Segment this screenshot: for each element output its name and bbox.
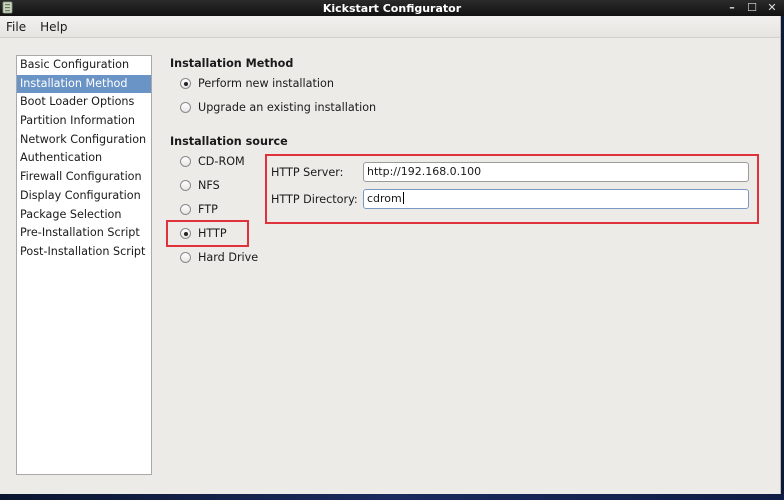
window-controls: – ☐ ✕: [726, 0, 778, 16]
http-server-input[interactable]: http://192.168.0.100: [363, 162, 749, 182]
sidebar-item-display-configuration[interactable]: Display Configuration: [17, 187, 151, 206]
http-server-label: HTTP Server:: [271, 166, 344, 179]
section-list: Basic Configuration Installation Method …: [16, 55, 152, 475]
close-button[interactable]: ✕: [766, 0, 778, 16]
radio-cd-rom[interactable]: CD-ROM: [180, 155, 245, 168]
http-directory-input[interactable]: cdrom: [363, 189, 749, 209]
sidebar-item-network-configuration[interactable]: Network Configuration: [17, 131, 151, 150]
radio-button[interactable]: [180, 78, 191, 89]
menu-file[interactable]: File: [6, 20, 26, 34]
radio-button[interactable]: [180, 156, 191, 167]
app-icon: [2, 1, 13, 14]
desktop-background: [0, 494, 784, 500]
sidebar-item-pre-installation-script[interactable]: Pre-Installation Script: [17, 224, 151, 243]
sidebar-item-firewall-configuration[interactable]: Firewall Configuration: [17, 168, 151, 187]
installation-source-heading: Installation source: [170, 135, 288, 148]
main-window: File Help Basic Configuration Installati…: [0, 16, 781, 494]
radio-button[interactable]: [180, 204, 191, 215]
window-title: Kickstart Configurator: [322, 1, 462, 15]
radio-perform-new-installation[interactable]: Perform new installation: [180, 77, 334, 90]
sidebar-item-authentication[interactable]: Authentication: [17, 149, 151, 168]
minimize-button[interactable]: –: [726, 0, 738, 16]
sidebar-item-post-installation-script[interactable]: Post-Installation Script: [17, 243, 151, 262]
sidebar-item-package-selection[interactable]: Package Selection: [17, 206, 151, 225]
sidebar-item-partition-information[interactable]: Partition Information: [17, 112, 151, 131]
http-option-highlight: [166, 220, 249, 247]
radio-ftp[interactable]: FTP: [180, 203, 218, 216]
radio-hard-drive[interactable]: Hard Drive: [180, 251, 258, 264]
radio-button[interactable]: [180, 252, 191, 263]
maximize-button[interactable]: ☐: [746, 0, 758, 16]
radio-upgrade-existing-installation[interactable]: Upgrade an existing installation: [180, 101, 376, 114]
installation-method-heading: Installation Method: [170, 57, 294, 70]
http-directory-label: HTTP Directory:: [271, 193, 358, 206]
radio-button[interactable]: [180, 102, 191, 113]
text-caret: [402, 192, 404, 204]
radio-nfs[interactable]: NFS: [180, 179, 220, 192]
sidebar-item-installation-method[interactable]: Installation Method: [17, 74, 151, 94]
menu-help[interactable]: Help: [40, 20, 67, 34]
sidebar-item-boot-loader-options[interactable]: Boot Loader Options: [17, 93, 151, 112]
sidebar-item-basic-configuration[interactable]: Basic Configuration: [17, 56, 151, 75]
menu-bar: File Help: [0, 16, 780, 38]
title-bar: Kickstart Configurator – ☐ ✕: [0, 0, 784, 16]
radio-button[interactable]: [180, 180, 191, 191]
